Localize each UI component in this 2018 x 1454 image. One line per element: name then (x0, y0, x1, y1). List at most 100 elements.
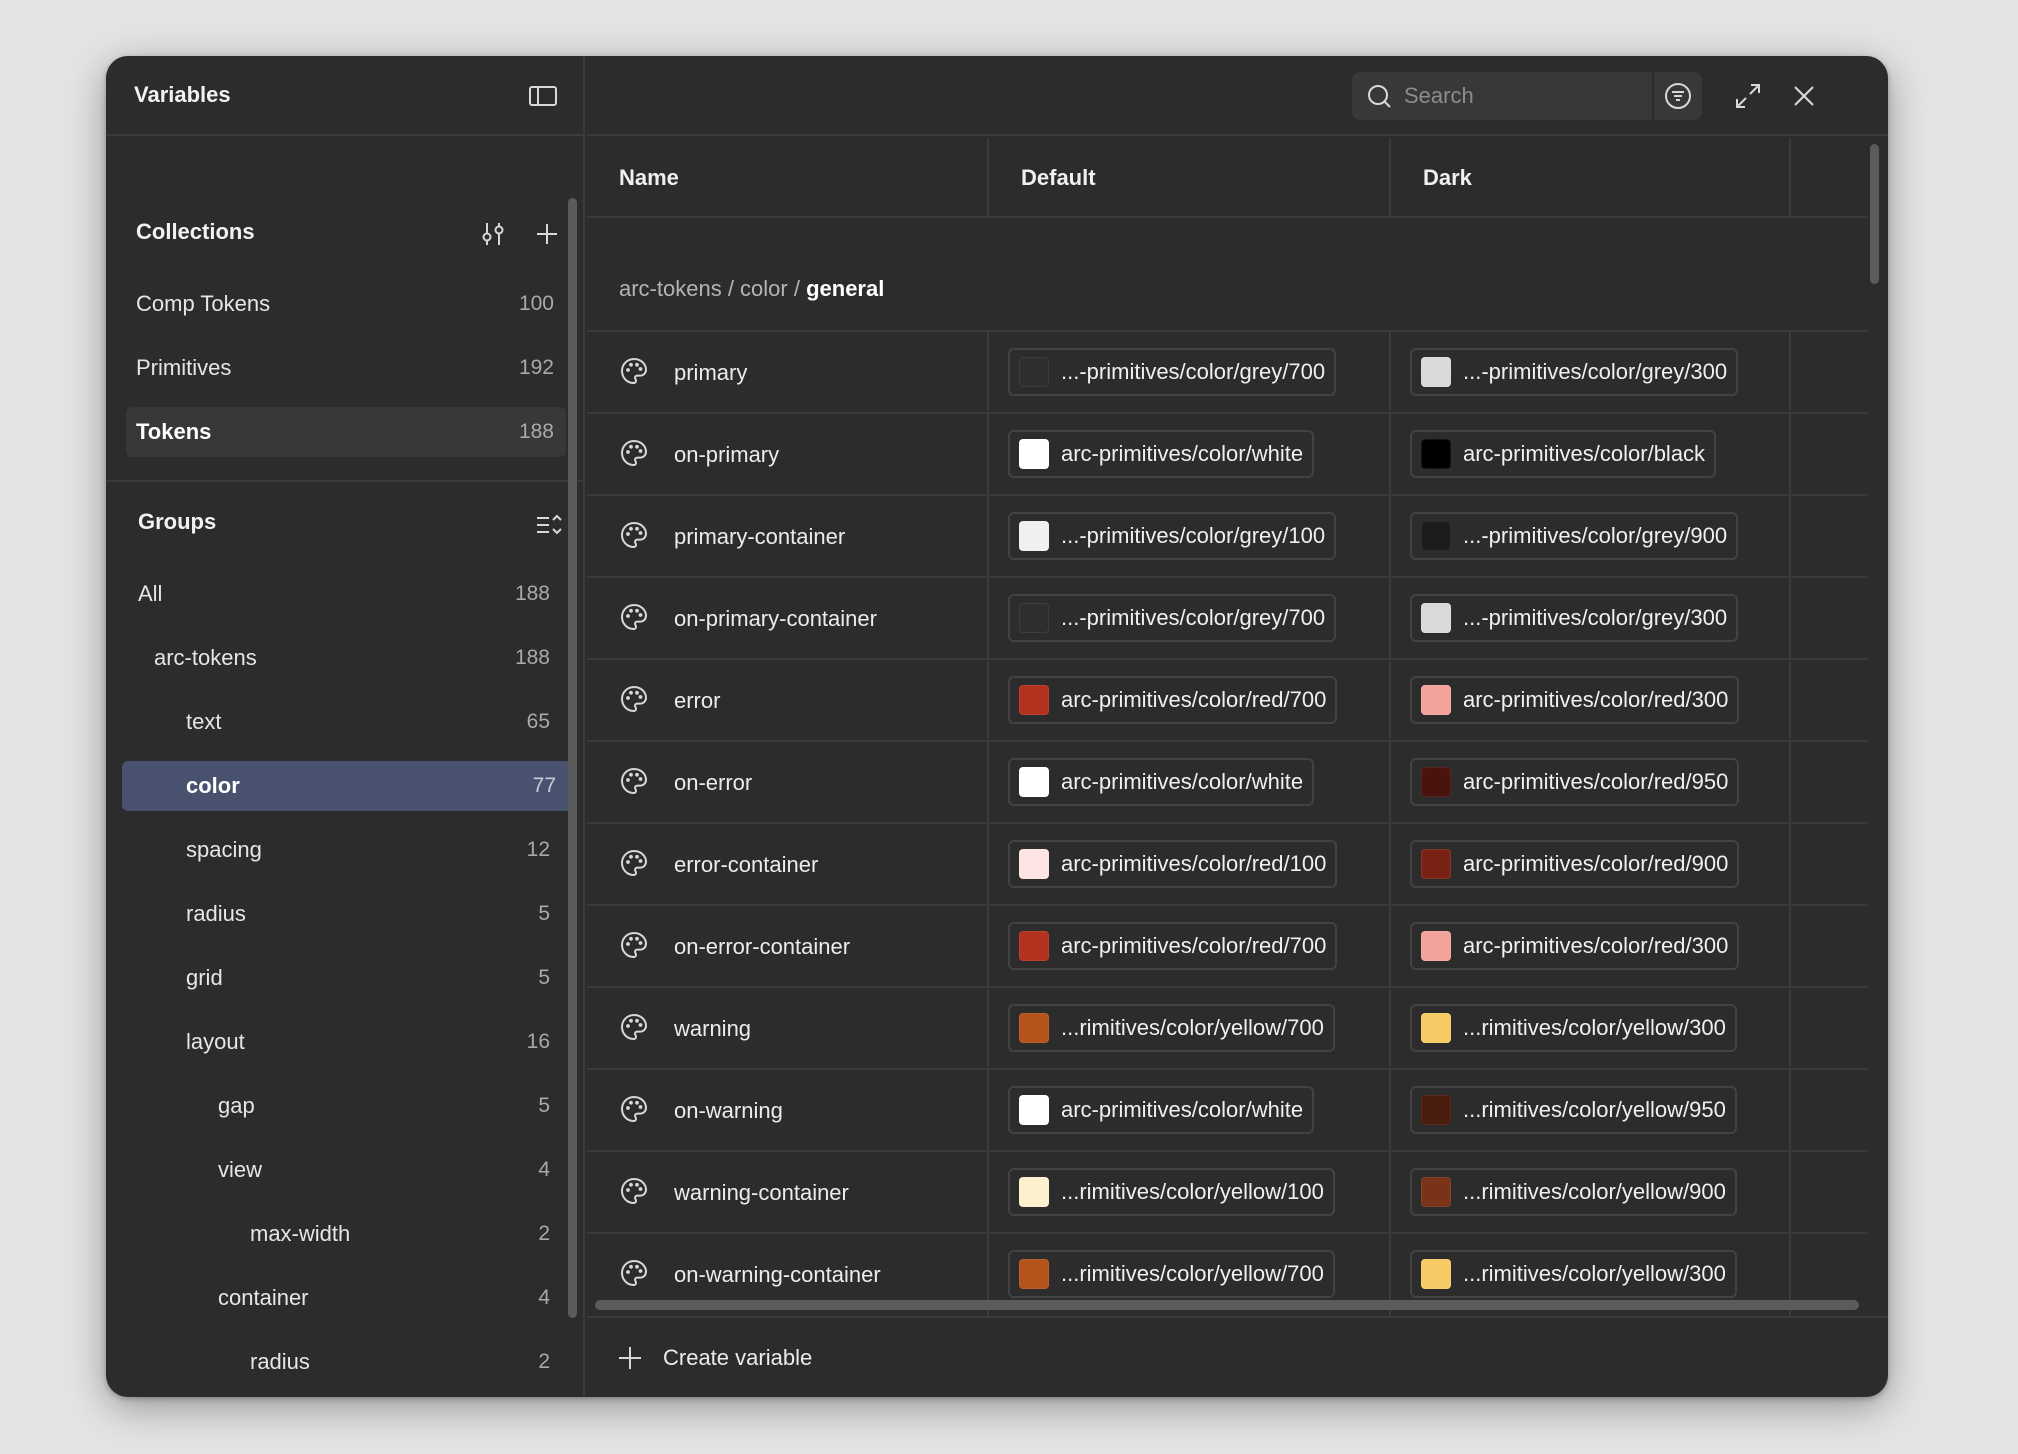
value-chip-dark[interactable]: arc-primitives/color/red/950 (1410, 758, 1740, 806)
group-label: All (138, 581, 163, 606)
variable-row[interactable]: primary-container ...-primitives/color/gr… (587, 494, 1867, 576)
value-chip-dark[interactable]: arc-primitives/color/red/300 (1410, 922, 1740, 970)
create-variable-label: Create variable (663, 1344, 813, 1370)
color-swatch (1421, 521, 1451, 551)
variable-row[interactable]: on-primary arc-primitives/color/white arc-… (587, 412, 1867, 494)
vertical-scrollbar[interactable] (1870, 144, 1879, 284)
plus-icon (537, 224, 557, 244)
sidebar-scrollbar[interactable] (568, 198, 577, 1318)
groups-title: Groups (138, 509, 217, 534)
variable-name: warning-container (674, 1180, 849, 1205)
group-label: layout (186, 1029, 245, 1054)
value-chip-dark[interactable]: arc-primitives/color/red/900 (1410, 840, 1740, 888)
color-swatch (1019, 685, 1049, 715)
alias-label: arc-primitives/color/black (1463, 441, 1706, 466)
value-chip-default[interactable]: arc-primitives/color/white (1008, 430, 1315, 478)
alias-label: ...-primitives/color/grey/900 (1463, 523, 1728, 548)
create-variable-button[interactable]: Create variable (617, 1345, 812, 1371)
collection-item-tokens[interactable]: Tokens 188 (126, 407, 566, 457)
group-item-radius[interactable]: radius 5 (122, 889, 562, 939)
color-swatch (1019, 1013, 1049, 1043)
column-header-dark[interactable]: Dark (1391, 138, 1789, 218)
value-chip-default[interactable]: ...-primitives/color/grey/100 (1008, 512, 1337, 560)
value-chip-dark[interactable]: ...-primitives/color/grey/900 (1410, 512, 1739, 560)
collection-item-comp-tokens[interactable]: Comp Tokens 100 (126, 279, 566, 329)
variable-name: error (674, 688, 721, 713)
list-collapse-icon[interactable] (532, 508, 566, 542)
color-swatch (1019, 1177, 1049, 1207)
alias-label: ...rimitives/color/yellow/300 (1463, 1015, 1726, 1040)
collection-count: 188 (518, 420, 554, 443)
variables-window: Variables Collections Comp Tokens 100 Pr… (106, 56, 1888, 1397)
value-chip-dark[interactable]: ...rimitives/color/yellow/300 (1410, 1004, 1737, 1052)
sidebar-divider (106, 480, 583, 482)
search-input[interactable] (1404, 83, 1624, 109)
variable-row[interactable]: on-error arc-primitives/color/white arc-pr… (587, 740, 1867, 822)
group-item-view[interactable]: view 4 (122, 1145, 562, 1195)
group-item-text[interactable]: text 65 (122, 697, 562, 747)
column-header-default[interactable]: Default (989, 138, 1389, 218)
expand-icon[interactable] (1728, 76, 1768, 116)
value-chip-dark[interactable]: ...rimitives/color/yellow/300 (1410, 1250, 1737, 1298)
value-chip-dark[interactable]: arc-primitives/color/black (1410, 430, 1717, 478)
group-item-arc-tokens[interactable]: arc-tokens 188 (122, 633, 562, 683)
group-item-container-radius[interactable]: radius 2 (122, 1337, 562, 1387)
variable-row[interactable]: on-warning arc-primitives/color/white ...r… (587, 1068, 1867, 1150)
value-chip-default[interactable]: arc-primitives/color/red/700 (1008, 676, 1338, 724)
filter-button[interactable] (1652, 72, 1702, 120)
collection-label: Comp Tokens (136, 291, 271, 316)
close-icon[interactable] (1784, 76, 1824, 116)
group-item-grid[interactable]: grid 5 (122, 953, 562, 1003)
value-chip-default[interactable]: ...rimitives/color/yellow/100 (1008, 1168, 1335, 1216)
variable-row[interactable]: error-container arc-primitives/color/red/… (587, 822, 1867, 904)
sliders-icon[interactable] (476, 217, 510, 251)
group-item-layout[interactable]: layout 16 (122, 1017, 562, 1067)
search-box[interactable] (1352, 72, 1702, 120)
group-item-color[interactable]: color 77 (122, 761, 572, 811)
variable-name: error-container (674, 852, 819, 877)
value-chip-default[interactable]: ...-primitives/color/grey/700 (1008, 348, 1337, 396)
group-label: radius (250, 1349, 310, 1374)
variable-row[interactable]: primary ...-primitives/color/grey/700 ...-… (587, 330, 1867, 412)
alias-label: arc-primitives/color/white (1061, 441, 1304, 466)
add-collection-button[interactable] (530, 217, 564, 251)
topbar (587, 56, 1888, 136)
variable-row[interactable]: error arc-primitives/color/red/700 arc-pri… (587, 658, 1867, 740)
value-chip-default[interactable]: arc-primitives/color/red/100 (1008, 840, 1338, 888)
value-chip-default[interactable]: arc-primitives/color/white (1008, 758, 1315, 806)
variable-row[interactable]: on-error-container arc-primitives/color/r… (587, 904, 1867, 986)
value-chip-default[interactable]: arc-primitives/color/red/700 (1008, 922, 1338, 970)
group-item-container[interactable]: container 4 (122, 1273, 562, 1323)
collection-count: 192 (518, 356, 554, 379)
column-divider (1789, 138, 1791, 218)
group-count: 65 (526, 710, 550, 733)
value-chip-default[interactable]: arc-primitives/color/white (1008, 1086, 1315, 1134)
variable-row[interactable]: on-primary-container ...-primitives/color… (587, 576, 1867, 658)
sidebar-toggle-icon[interactable] (525, 78, 561, 114)
collection-item-primitives[interactable]: Primitives 192 (126, 343, 566, 393)
group-label: arc-tokens (154, 645, 257, 670)
group-count: 5 (538, 902, 550, 925)
alias-label: ...rimitives/color/yellow/300 (1463, 1261, 1726, 1286)
value-chip-default[interactable]: ...rimitives/color/yellow/700 (1008, 1004, 1335, 1052)
variable-row[interactable]: warning-container ...rimitives/color/yell… (587, 1150, 1867, 1232)
alias-label: ...-primitives/color/grey/700 (1061, 359, 1326, 384)
group-item-all[interactable]: All 188 (122, 569, 562, 619)
app-title: Variables (134, 82, 231, 107)
color-swatch (1421, 931, 1451, 961)
value-chip-dark[interactable]: ...rimitives/color/yellow/900 (1410, 1168, 1737, 1216)
value-chip-dark[interactable]: arc-primitives/color/red/300 (1410, 676, 1740, 724)
group-item-spacing[interactable]: spacing 12 (122, 825, 562, 875)
variable-row[interactable]: warning ...rimitives/color/yellow/700 ...r… (587, 986, 1867, 1068)
value-chip-dark[interactable]: ...-primitives/color/grey/300 (1410, 348, 1739, 396)
group-item-max-width[interactable]: max-width 2 (122, 1209, 562, 1259)
color-swatch (1019, 439, 1049, 469)
value-chip-default[interactable]: ...-primitives/color/grey/700 (1008, 594, 1337, 642)
value-chip-default[interactable]: ...rimitives/color/yellow/700 (1008, 1250, 1335, 1298)
value-chip-dark[interactable]: ...-primitives/color/grey/300 (1410, 594, 1739, 642)
column-header-name[interactable]: Name (587, 138, 987, 218)
horizontal-scrollbar[interactable] (595, 1300, 1859, 1310)
value-chip-dark[interactable]: ...rimitives/color/yellow/950 (1410, 1086, 1737, 1134)
alias-label: ...-primitives/color/grey/700 (1061, 605, 1326, 630)
group-item-gap[interactable]: gap 5 (122, 1081, 562, 1131)
